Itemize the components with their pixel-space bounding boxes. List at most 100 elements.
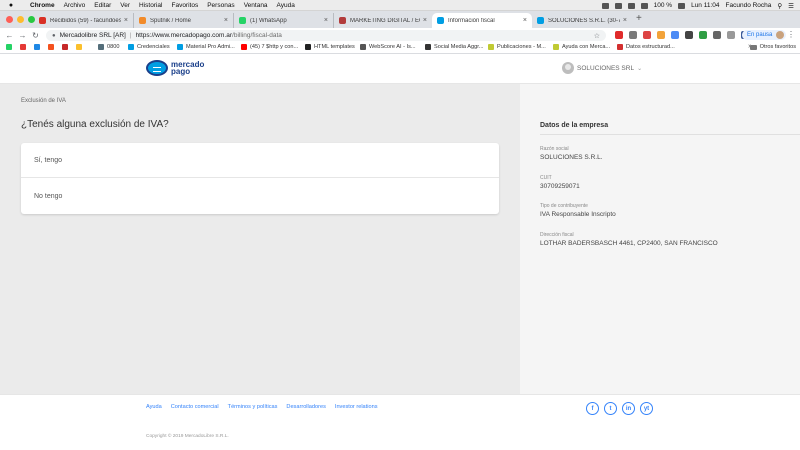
extension-icon[interactable] [657, 31, 665, 39]
bookmark-label: Credenciales [137, 44, 170, 50]
mercadopago-logo[interactable]: mercado pago [146, 60, 204, 76]
bookmark-item[interactable]: Datos estructurad... [617, 44, 675, 50]
extension-icon[interactable] [685, 31, 693, 39]
facebook-icon[interactable]: f [586, 402, 599, 415]
wifi-icon[interactable] [627, 2, 635, 9]
bookmark-icon-only[interactable] [48, 44, 57, 50]
youtube-icon[interactable]: yt [640, 402, 653, 415]
search-icon[interactable]: ⚲ [777, 2, 782, 10]
volume-icon[interactable] [640, 2, 648, 9]
footer-links: Ayuda Contacto comercial Términos y polí… [146, 404, 378, 410]
tab-marketing[interactable]: MARKETING DIGITAL / ECOMME × [334, 13, 432, 28]
menu-historial[interactable]: Historial [139, 2, 162, 9]
bookmark-icon-only[interactable] [62, 44, 71, 50]
profile-paused-button[interactable]: En pausa [742, 30, 787, 40]
extension-icon[interactable] [671, 31, 679, 39]
close-tab-icon[interactable]: × [423, 17, 427, 24]
tab-gmail[interactable]: Recibidos (59) - facundoesumi@ × [34, 13, 134, 28]
menu-ver[interactable]: Ver [120, 2, 130, 9]
lock-icon[interactable]: ● [52, 33, 56, 39]
bookmark-icon-only[interactable] [76, 44, 85, 50]
tab-title: (1) WhatsApp [250, 17, 287, 24]
apple-icon[interactable]: ● [6, 2, 16, 9]
footer-link-terminos[interactable]: Términos y políticas [228, 404, 278, 410]
footer-link-contacto-comercial[interactable]: Contacto comercial [171, 404, 219, 410]
menu-archivo[interactable]: Archivo [64, 2, 86, 9]
menu-ventana[interactable]: Ventana [244, 2, 268, 9]
close-tab-icon[interactable]: × [623, 17, 627, 24]
menu-editar[interactable]: Editar [94, 2, 111, 9]
battery-icon[interactable] [678, 2, 686, 9]
extension-icon[interactable] [713, 31, 721, 39]
bookmark-item[interactable]: Credenciales [128, 44, 170, 50]
footer-link-investor-relations[interactable]: Investor relations [335, 404, 378, 410]
address-separator: | [129, 32, 132, 39]
status-icon[interactable] [614, 2, 622, 9]
bookmark-item[interactable]: Publicaciones - M... [488, 44, 546, 50]
main-content: Exclusión de IVA ¿Tenés alguna exclusión… [0, 84, 520, 394]
bookmark-icon [76, 44, 82, 50]
account-menu[interactable]: SOLUCIONES SRL ⌄ [562, 62, 642, 74]
user-name[interactable]: Facundo Rocha [726, 2, 772, 9]
extension-icon[interactable] [615, 31, 623, 39]
bookmark-item[interactable]: Material Pro Admi... [177, 44, 235, 50]
tab-title: Recibidos (59) - facundoesumi@ [50, 17, 121, 24]
new-tab-button[interactable]: + [636, 13, 642, 24]
page-title: ¿Tenés alguna exclusión de IVA? [21, 119, 169, 130]
address-bar[interactable]: ● Mercadolibre SRL [AR] | https://www.me… [46, 30, 606, 41]
tab-title: MARKETING DIGITAL / ECOMME [350, 17, 420, 24]
menu-chrome[interactable]: Chrome [30, 2, 55, 9]
bookmark-icon [488, 44, 494, 50]
bookmark-icon-only[interactable] [34, 44, 43, 50]
social-links: f t in yt [586, 402, 653, 415]
option-si-tengo[interactable]: Sí, tengo [21, 143, 499, 178]
tab-soluciones[interactable]: SOLUCIONES S.R.L. (30-70925 × [532, 13, 632, 28]
bookmark-star-icon[interactable]: ☆ [594, 32, 600, 40]
twitter-icon[interactable]: t [604, 402, 617, 415]
forward-icon[interactable]: → [16, 31, 29, 40]
other-bookmarks-folder[interactable]: Otros favoritos [749, 44, 796, 50]
close-tab-icon[interactable]: × [224, 17, 228, 24]
whatsapp-icon [239, 17, 246, 24]
bookmark-item[interactable]: Social Media Aggr... [425, 44, 483, 50]
extension-icon[interactable] [699, 31, 707, 39]
bookmark-icon-only[interactable] [6, 44, 15, 50]
clock[interactable]: Lun 11:04 [691, 2, 719, 9]
bookmark-item[interactable]: (45) 7 $http y con... [241, 44, 298, 50]
bookmark-icon-only[interactable] [20, 44, 29, 50]
youtube-icon [241, 44, 247, 50]
extension-icon[interactable] [727, 31, 735, 39]
tab-title: Sputnik / Home [150, 17, 192, 24]
close-tab-icon[interactable]: × [124, 17, 128, 24]
bookmark-icon [62, 44, 68, 50]
close-tab-icon[interactable]: × [324, 17, 328, 24]
more-menu-icon[interactable]: ⋮ [787, 30, 795, 39]
logo-line-2: pago [171, 67, 191, 76]
field-label-direccion-fiscal: Dirección fiscal [540, 232, 574, 238]
menu-favoritos[interactable]: Favoritos [171, 2, 198, 9]
tab-informacion-fiscal[interactable]: Información fiscal × [432, 13, 532, 28]
company-data-panel: Datos de la empresa Razón social SOLUCIO… [520, 84, 800, 394]
minimize-window-button[interactable] [17, 16, 24, 23]
browser-toolbar: ← → ↻ ● Mercadolibre SRL [AR] | https://… [0, 28, 800, 42]
status-icon[interactable] [601, 2, 609, 9]
extension-icon[interactable] [629, 31, 637, 39]
close-tab-icon[interactable]: × [523, 17, 527, 24]
menu-list-icon[interactable]: ☰ [788, 2, 794, 10]
menu-ayuda[interactable]: Ayuda [277, 2, 295, 9]
linkedin-icon[interactable]: in [622, 402, 635, 415]
tab-whatsapp[interactable]: (1) WhatsApp × [234, 13, 334, 28]
tab-sputnik[interactable]: Sputnik / Home × [134, 13, 234, 28]
close-window-button[interactable] [6, 16, 13, 23]
bookmark-item[interactable]: HTML templates [305, 44, 355, 50]
footer-link-ayuda[interactable]: Ayuda [146, 404, 162, 410]
option-no-tengo[interactable]: No tengo [21, 179, 499, 214]
bookmark-item[interactable]: WebScore AI - Is... [360, 44, 416, 50]
bookmark-item[interactable]: Ayuda con Merca... [553, 44, 610, 50]
menu-personas[interactable]: Personas [207, 2, 234, 9]
extension-icon[interactable] [643, 31, 651, 39]
reload-icon[interactable]: ↻ [29, 31, 42, 40]
bookmark-item[interactable]: 0800 [98, 44, 119, 50]
footer-link-desarrolladores[interactable]: Desarrolladores [286, 404, 325, 410]
back-icon[interactable]: ← [3, 31, 16, 40]
